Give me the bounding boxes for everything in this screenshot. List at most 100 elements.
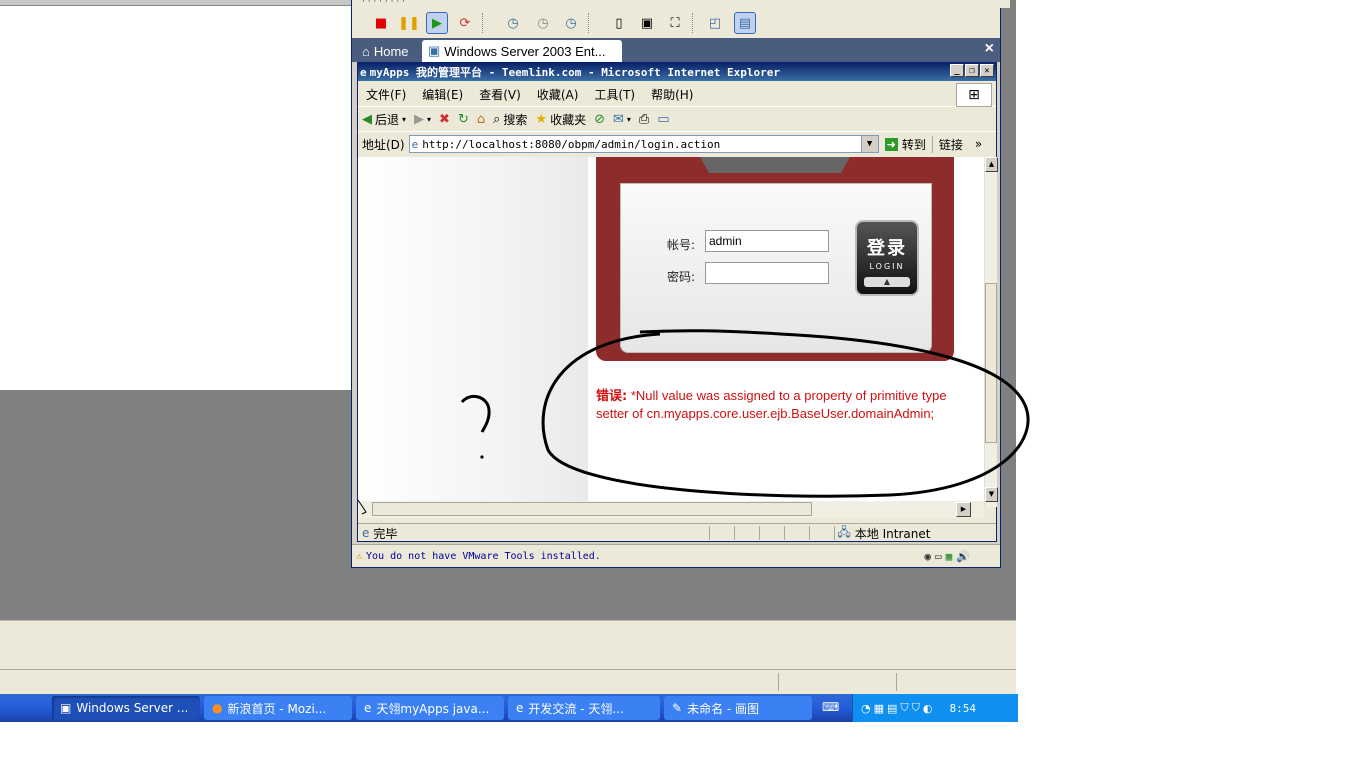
menu-favorites[interactable]: 收藏(A)	[529, 86, 587, 103]
edit-page-icon: ▭	[657, 111, 670, 127]
history-icon: ⊘	[594, 111, 605, 127]
ie-logo-icon: e	[360, 65, 367, 79]
snapshot-icon[interactable]: ◷	[502, 12, 524, 34]
clock-tray-icon[interactable]: ◔	[861, 702, 871, 715]
vertical-scroll-thumb[interactable]	[985, 283, 997, 443]
horizontal-scrollbar[interactable]: ▶	[358, 501, 984, 518]
revert-snapshot-icon[interactable]: ◷	[532, 12, 554, 34]
hdd-icon[interactable]: ▭	[935, 550, 942, 563]
tab-windows-server[interactable]: ▣ Windows Server 2003 Ent...	[422, 40, 622, 62]
password-input[interactable]	[705, 262, 829, 284]
ie-window: e myApps 我的管理平台 - Teemlink.com - Microso…	[357, 62, 998, 542]
search-button[interactable]: ⌕ 搜索	[489, 111, 531, 128]
network-icon[interactable]: ▦	[946, 550, 953, 563]
ie-icon: e	[364, 701, 372, 715]
back-icon: ◀	[362, 111, 372, 127]
restore-icon[interactable]: ❐	[965, 64, 979, 77]
stop-icon[interactable]: ■	[370, 12, 392, 34]
full-screen-icon[interactable]: ⛶	[664, 12, 686, 34]
mail-icon: ✉	[613, 111, 624, 127]
chevron-right-icon[interactable]: »	[975, 137, 982, 151]
ie-menubar: 文件(F) 编辑(E) 查看(V) 收藏(A) 工具(T) 帮助(H) ⊞	[358, 82, 996, 107]
user-icon[interactable]: ◉	[924, 550, 931, 563]
menu-view[interactable]: 查看(V)	[471, 86, 529, 103]
address-bar: 地址(D) e http://localhost:8080/obpm/admin…	[358, 132, 996, 156]
vmware-menubar[interactable]: · · · · · · · ·	[352, 0, 1010, 8]
account-input[interactable]	[705, 230, 829, 252]
update-tray-icon[interactable]: ◐	[923, 702, 933, 715]
ie-icon: e	[516, 701, 524, 715]
security-tray-icon[interactable]: ⛉	[912, 701, 920, 715]
menu-edit[interactable]: 编辑(E)	[414, 86, 471, 103]
warning-icon: ⚠	[356, 550, 363, 562]
scroll-up-icon[interactable]: ▲	[985, 157, 998, 172]
address-input[interactable]: e http://localhost:8080/obpm/admin/login…	[408, 135, 879, 153]
forward-icon: ▶	[414, 111, 425, 127]
system-tray: ◔ ▦ ▤ ⛉ ⛉ ◐ 8:54	[852, 694, 1018, 722]
quick-switch-icon[interactable]: ▣	[636, 12, 658, 34]
history-button[interactable]: ⊘	[590, 112, 609, 127]
console-view-icon[interactable]: ▤	[734, 12, 756, 34]
task-label: 未命名 - 画图	[687, 701, 760, 716]
menu-tools[interactable]: 工具(T)	[586, 86, 643, 103]
menu-file[interactable]: 文件(F)	[358, 86, 414, 103]
scroll-down-icon[interactable]: ▼	[985, 487, 998, 502]
firefox-icon: ●	[212, 701, 223, 715]
tab-home[interactable]: ⌂ Home	[356, 40, 418, 62]
page-content: 帐号: 密码: 登录 LOGIN ▲ 错误: *Null value was a…	[358, 157, 984, 501]
stop-button[interactable]: ✖	[435, 112, 454, 127]
task-windows-server[interactable]: ▣ Windows Server ...	[52, 696, 200, 720]
links-button[interactable]: 链接	[931, 135, 969, 153]
task-myapps[interactable]: e 天翎myApps java...	[356, 696, 504, 720]
keyboard-icon[interactable]: ⌨	[822, 700, 839, 714]
vmware-window: · · · · · · · · ■ ❚❚ ▶ ⟳ ◷ ◷ ◷ ▯ ▣ ⛶ ◰ ▤…	[351, 0, 1010, 568]
vertical-scrollbar[interactable]: ▲ ▼	[984, 157, 998, 507]
paint-canvas[interactable]	[0, 0, 352, 390]
network-tray-icon[interactable]: ▦	[874, 702, 884, 715]
go-button[interactable]: ➜ 转到	[879, 136, 932, 153]
go-label: 转到	[901, 137, 926, 152]
print-button[interactable]: ⎙	[635, 112, 653, 127]
back-button[interactable]: ◀ 后退 ▾	[358, 111, 410, 128]
address-dropdown-icon[interactable]: ▼	[860, 136, 878, 152]
shield-icon[interactable]: ⛉	[900, 701, 908, 715]
home-button[interactable]: ⌂	[473, 112, 489, 127]
edit-button[interactable]: ▭	[653, 112, 673, 127]
forward-button[interactable]: ▶ ▾	[410, 112, 435, 127]
task-paint[interactable]: ✎ 未命名 - 画图	[664, 696, 812, 720]
login-panel-header	[700, 157, 850, 173]
paint-toolbar-strip	[0, 0, 352, 6]
error-text: *Null value was assigned to a property o…	[596, 388, 947, 421]
pause-icon[interactable]: ❚❚	[398, 12, 420, 34]
sound-icon[interactable]: 🔊	[956, 550, 970, 563]
vmware-tools-warning[interactable]: You do not have VMware Tools installed.	[366, 551, 601, 562]
task-sina[interactable]: ● 新浪首页 - Mozi...	[204, 696, 352, 720]
reset-icon[interactable]: ⟳	[454, 12, 476, 34]
clock[interactable]: 8:54	[950, 702, 977, 715]
horizontal-scroll-thumb[interactable]	[372, 502, 812, 516]
refresh-button[interactable]: ↻	[454, 112, 473, 127]
menu-help[interactable]: 帮助(H)	[643, 86, 701, 103]
login-button[interactable]: 登录 LOGIN ▲	[855, 220, 919, 296]
ie-titlebar[interactable]: e myApps 我的管理平台 - Teemlink.com - Microso…	[358, 63, 996, 81]
home-icon: ⌂	[362, 43, 370, 59]
close-tab-icon[interactable]: ×	[985, 40, 994, 58]
sidebar-view-icon[interactable]: ▯	[608, 12, 630, 34]
page-background	[358, 157, 588, 501]
minimize-icon[interactable]: _	[950, 64, 964, 77]
mail-button[interactable]: ✉ ▾	[609, 112, 635, 127]
scroll-right-icon[interactable]: ▶	[956, 502, 971, 517]
favorites-button[interactable]: ★ 收藏夹	[531, 111, 590, 128]
login-button-cn: 登录	[867, 238, 907, 259]
summary-view-icon[interactable]: ◰	[704, 12, 726, 34]
close-icon[interactable]: ✕	[980, 64, 994, 77]
task-dev-forum[interactable]: e 开发交流 - 天翎...	[508, 696, 660, 720]
page-icon: e	[411, 137, 419, 151]
error-message: 错误: *Null value was assigned to a proper…	[596, 387, 956, 422]
search-icon: ⌕	[493, 111, 501, 127]
login-panel: 帐号: 密码: 登录 LOGIN ▲	[596, 157, 954, 361]
snapshot-manager-icon[interactable]: ◷	[560, 12, 582, 34]
error-prefix: 错误:	[596, 389, 628, 404]
app-tray-icon[interactable]: ▤	[887, 702, 897, 715]
play-icon[interactable]: ▶	[426, 12, 448, 34]
